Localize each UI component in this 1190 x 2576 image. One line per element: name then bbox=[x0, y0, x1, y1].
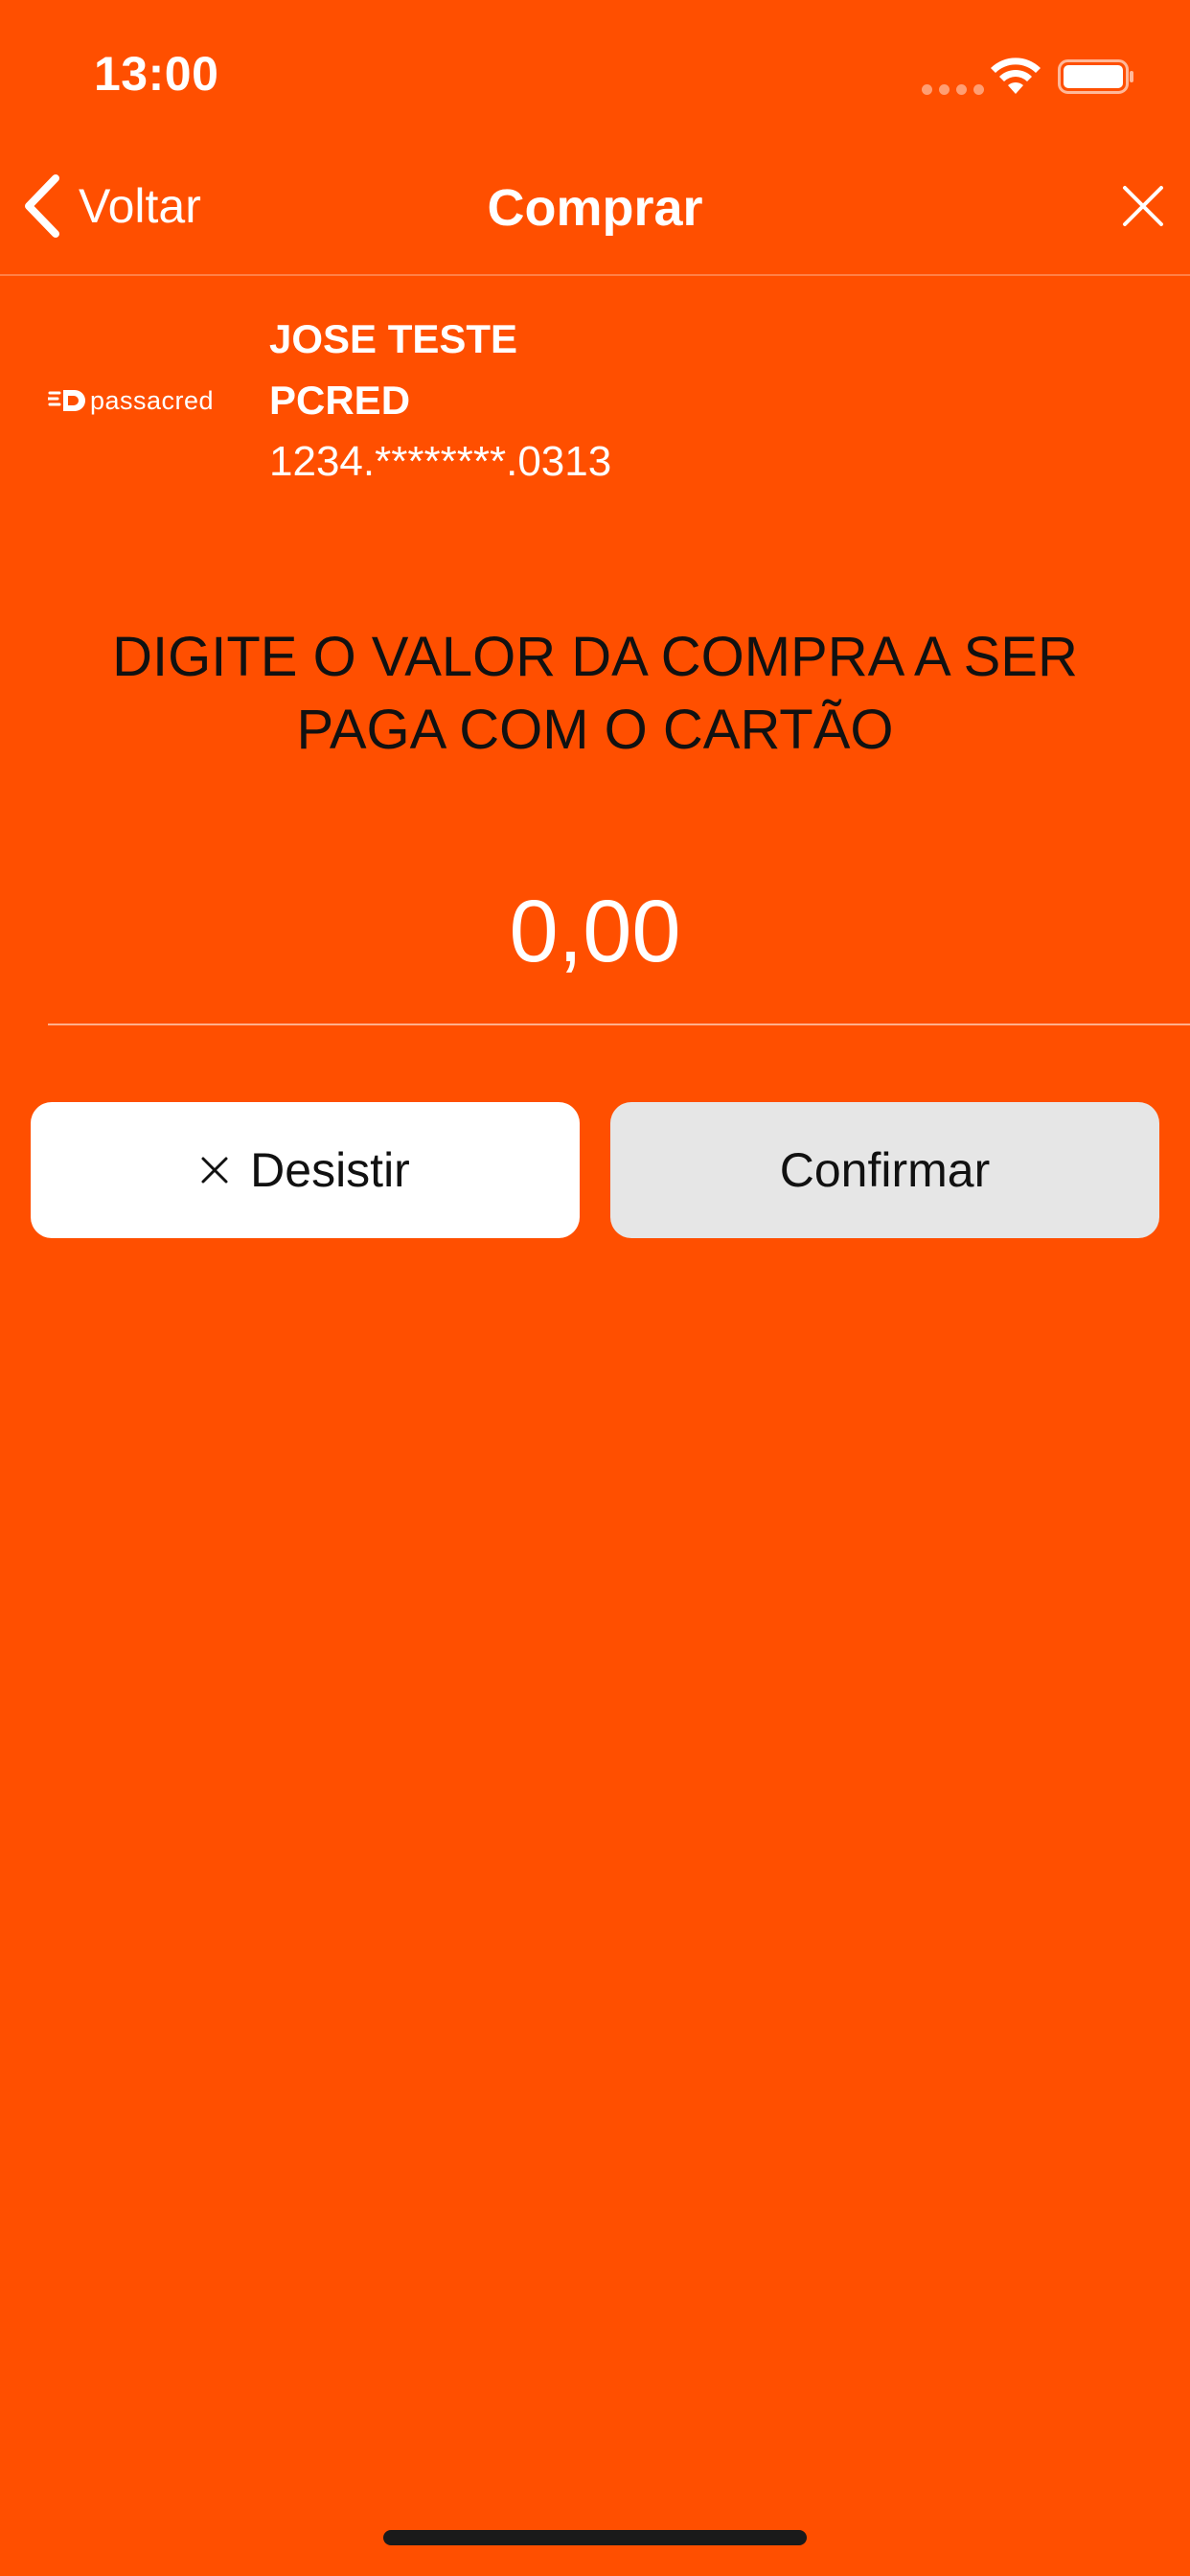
brand-logo: passacred bbox=[48, 383, 220, 418]
passacred-logo-icon bbox=[48, 390, 85, 411]
home-indicator[interactable] bbox=[383, 2530, 807, 2545]
battery-icon bbox=[1058, 59, 1133, 94]
purchase-screen: 13:00 Voltar Comprar passacred JOSE TEST… bbox=[0, 0, 1190, 2576]
wifi-icon bbox=[991, 58, 1041, 94]
page-title: Comprar bbox=[487, 179, 703, 237]
amount-value: 0,00 bbox=[509, 883, 681, 980]
cancel-button-label: Desistir bbox=[250, 1143, 410, 1197]
brand-name: passacred bbox=[90, 385, 215, 415]
amount-input[interactable]: 0,00 bbox=[48, 862, 1190, 1025]
confirm-button-label: Confirmar bbox=[779, 1143, 991, 1197]
card-number: 1234.********.0313 bbox=[269, 438, 612, 485]
cancel-button[interactable]: Desistir bbox=[31, 1102, 580, 1238]
cellular-signal-icon bbox=[922, 84, 984, 95]
card-product: PCRED bbox=[269, 378, 411, 423]
navigation-bar: Voltar Comprar bbox=[0, 144, 1190, 276]
instruction-text: DIGITE O VALOR DA COMPRA A SER PAGA COM … bbox=[112, 626, 1078, 761]
confirm-button[interactable]: Confirmar bbox=[610, 1102, 1159, 1238]
card-info: passacred JOSE TESTE PCRED 1234.********… bbox=[0, 307, 1190, 498]
card-holder-name: JOSE TESTE bbox=[269, 316, 518, 361]
close-icon[interactable] bbox=[1121, 184, 1165, 228]
status-time: 13:00 bbox=[94, 47, 219, 101]
close-icon bbox=[201, 1157, 228, 1184]
status-bar: 13:00 bbox=[0, 0, 1190, 144]
